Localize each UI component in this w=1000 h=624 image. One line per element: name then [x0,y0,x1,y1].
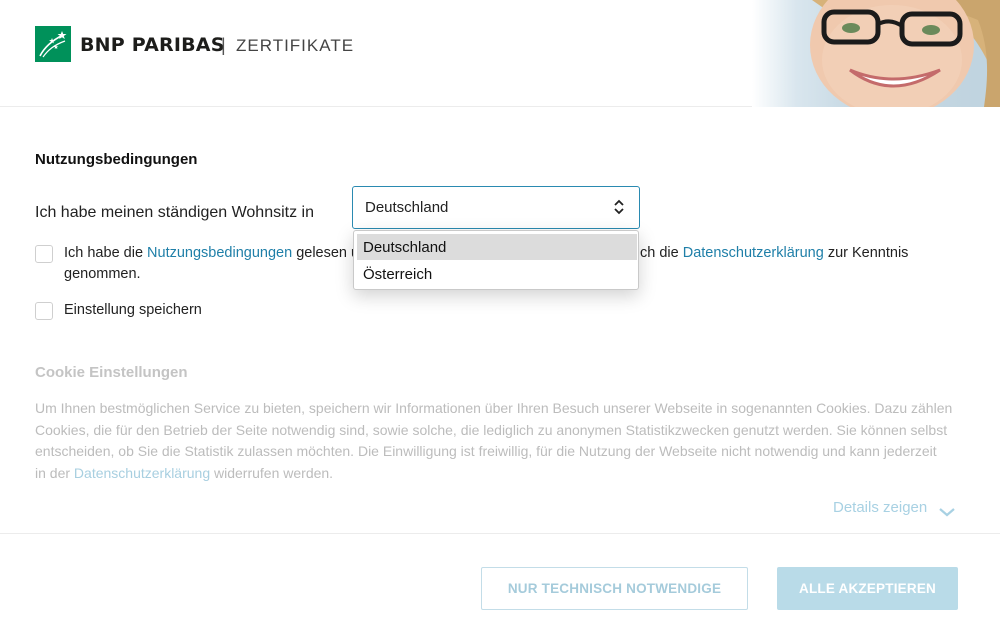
cookie-line-4-prefix: in der [35,464,74,481]
accept-terms-middle-right: ch die [640,245,683,261]
accept-all-button[interactable]: ALLE AKZEPTIEREN [777,567,958,610]
option-oesterreich[interactable]: Österreich [357,261,637,287]
footer-divider [0,533,1000,534]
cookie-line-4-suffix: widerrufen werden. [210,464,334,481]
details-toggle[interactable]: Details zeigen [833,499,927,516]
terms-link[interactable]: Nutzungsbedingungen [147,245,292,261]
accept-terms-prefix: Ich habe die [64,245,148,261]
accept-terms-label: Ich habe die Nutzungsbedingungen gelesen… [64,243,364,264]
privacy-link[interactable]: Datenschutzerklärung [683,245,824,261]
residence-label: Ich habe meinen ständigen Wohnsitz in [35,204,314,221]
accept-terms-label-cont: ch die Datenschutzerklärung zur Kenntnis [640,243,908,264]
residence-select[interactable]: Deutschland [352,186,640,229]
accept-terms-line2: genommen. [64,266,141,282]
cookie-line-1: Um Ihnen bestmöglichen Service zu bieten… [35,400,953,416]
save-settings-label: Einstellung speichern [64,302,202,318]
brand-subtitle: ZERTIFIKATE [236,36,355,55]
save-settings-checkbox[interactable] [35,302,53,320]
residence-select-value: Deutschland [365,199,449,216]
cookie-description: Um Ihnen bestmöglichen Service zu bieten… [35,398,960,484]
accept-terms-checkbox[interactable] [35,245,53,263]
header-photo [752,0,1000,107]
cookie-line-3: entscheiden, ob Sie die Statistik zulass… [35,443,937,459]
header: BNP PARIBAS | ZERTIFIKATE [0,0,1000,107]
brand-separator: | [221,35,226,55]
brand-name: BNP PARIBAS [80,34,225,56]
necessary-only-button[interactable]: NUR TECHNISCH NOTWENDIGE [481,567,748,610]
cookie-title: Cookie Einstellungen [35,364,188,381]
cookie-line-2: Cookies, die für den Betrieb der Seite n… [35,421,948,438]
chevron-down-icon[interactable] [938,504,956,522]
select-updown-icon [613,197,625,222]
bnp-stars-logo-icon [35,26,71,62]
terms-title: Nutzungsbedingungen [35,151,198,168]
option-deutschland[interactable]: Deutschland [357,234,637,260]
cookie-privacy-link[interactable]: Datenschutzerklärung [74,465,210,481]
accept-terms-suffix: zur Kenntnis [823,245,909,261]
cookie-line-4: in der Datenschutzerklärung widerrufen w… [35,463,960,485]
residence-dropdown-list: Deutschland Österreich [353,230,639,290]
